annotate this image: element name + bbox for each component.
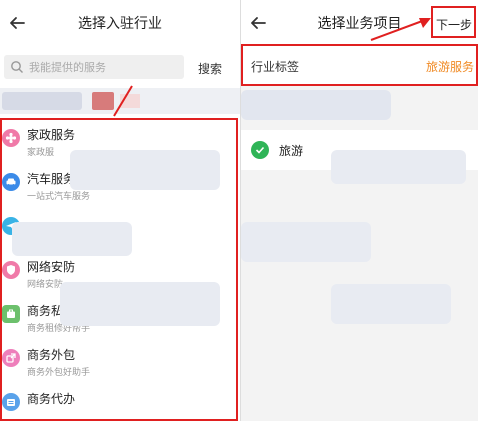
search-placeholder: 我能提供的服务 [29, 61, 106, 74]
page-title: 选择入驻行业 [78, 16, 162, 32]
back-arrow-icon[interactable] [247, 12, 269, 34]
category-name: 汽车服务 [27, 172, 76, 186]
search-icon [11, 61, 23, 73]
agency-icon [2, 393, 20, 411]
category-desc: 一站式汽车服务 [27, 192, 91, 202]
search-input[interactable]: 我能提供的服务 [4, 55, 184, 79]
category-desc: 商务外包好助手 [27, 368, 91, 378]
category-desc: 家政服 [27, 148, 55, 158]
blur-overlay [331, 150, 466, 184]
red-arrow-mark [113, 85, 133, 117]
check-icon [251, 141, 269, 159]
category-name: 商务私 [27, 304, 64, 318]
category-item[interactable]: 商务外包 商务外包好助手 [0, 341, 240, 385]
right-screen: 先 SIM 卡下午3:53 选择业务项目 下一步 行业标签 旅游服务 旅游 [241, 0, 478, 421]
industry-tag-row[interactable]: 行业标签 旅游服务 [241, 46, 478, 86]
back-arrow-icon[interactable] [6, 12, 28, 34]
category-name: 商务代办 [27, 392, 76, 406]
blur-overlay [241, 222, 371, 262]
blur-overlay [331, 284, 451, 324]
search-button[interactable]: 搜索 [198, 60, 222, 77]
left-screen: 先 SIM 卡下午3:53 选择入驻行业 我能提供的服务 搜索 家政服务 家政服 [0, 0, 240, 421]
briefcase-icon [2, 305, 20, 323]
next-step-button[interactable]: 下一步 [436, 16, 472, 33]
blur-overlay [241, 90, 391, 120]
search-row: 我能提供的服务 搜索 [0, 52, 240, 84]
blur-overlay [70, 150, 220, 190]
outsource-icon [2, 349, 20, 367]
service-option-label: 旅游 [279, 144, 304, 158]
nav-bar: 选择入驻行业 [0, 6, 240, 40]
category-name: 网络安防 [27, 260, 76, 274]
blur-overlay [12, 222, 132, 256]
car-icon [2, 173, 20, 191]
industry-tag-value: 旅游服务 [425, 60, 474, 74]
category-desc: 网络安防 [27, 280, 64, 290]
category-name: 家政服务 [27, 128, 76, 142]
category-name: 商务外包 [27, 348, 76, 362]
category-item[interactable]: 商务代办 [0, 385, 240, 421]
blur-overlay [60, 282, 220, 326]
flower-icon [2, 129, 20, 147]
red-arrow-mark [370, 18, 431, 41]
shield-icon [2, 261, 20, 279]
industry-tag-label: 行业标签 [251, 60, 300, 74]
nav-bar: 选择业务项目 下一步 [241, 6, 478, 40]
